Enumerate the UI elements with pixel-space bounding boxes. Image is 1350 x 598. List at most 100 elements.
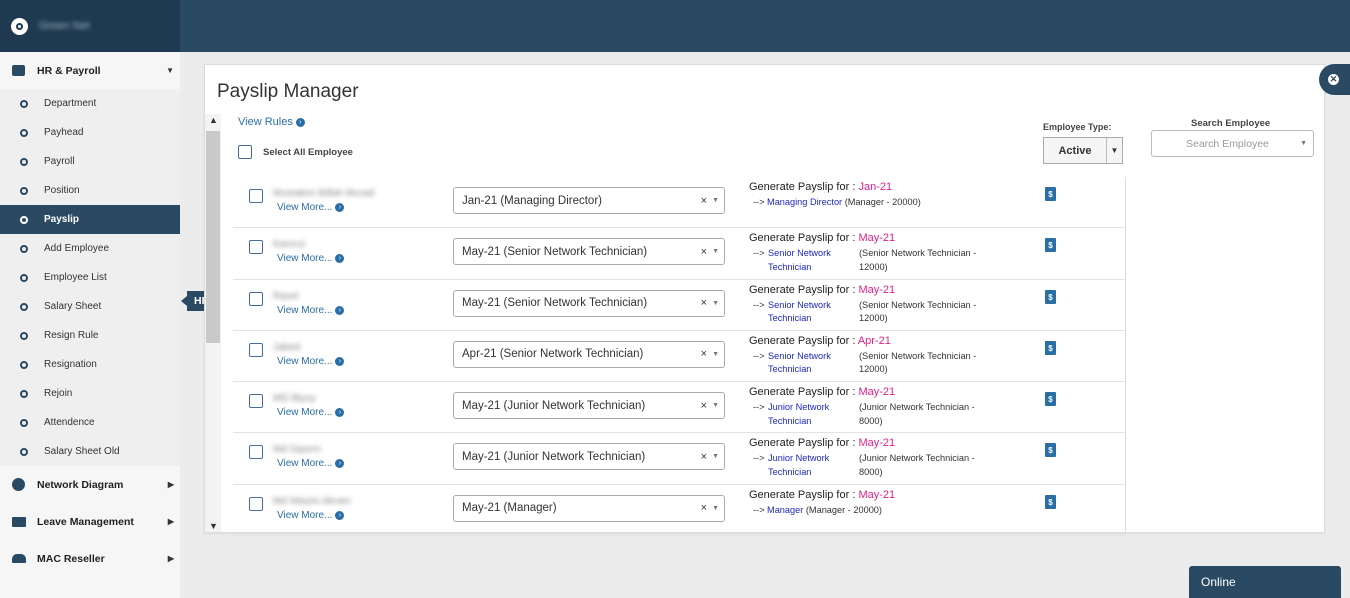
generate-payslip-text: Generate Payslip for : May-21 [749, 489, 895, 501]
arrow-text: --> [753, 350, 765, 361]
clear-icon[interactable]: × [701, 297, 707, 309]
row-checkbox[interactable] [249, 189, 263, 203]
view-more-link[interactable]: View More... › [277, 510, 345, 521]
clear-icon[interactable]: × [701, 195, 707, 207]
sidebar-item-resignation[interactable]: Resignation [0, 350, 180, 379]
clear-icon[interactable]: × [701, 502, 707, 514]
sidebar-section-network-diagram[interactable]: Network Diagram ▶ [0, 466, 180, 503]
chevron-down-icon[interactable]: ▼ [712, 453, 719, 460]
sidebar-item-salary-sheet-old[interactable]: Salary Sheet Old [0, 437, 180, 466]
eye-icon [20, 302, 28, 311]
scroll-thumb[interactable] [206, 131, 220, 343]
clear-icon[interactable]: × [701, 348, 707, 360]
payslip-document-icon[interactable]: $ [1045, 443, 1056, 458]
arrow-text: --> [753, 248, 765, 259]
clear-icon[interactable]: × [701, 400, 707, 412]
sidebar-item-employee-list[interactable]: Employee List [0, 263, 180, 292]
sidebar-item-department[interactable]: Department [0, 89, 180, 118]
row-checkbox[interactable] [249, 445, 263, 460]
view-more-link[interactable]: View More... › [277, 305, 345, 316]
payslip-month-select[interactable]: May-21 (Manager) × ▼ [453, 494, 725, 522]
search-employee-select[interactable]: Search Employee ▼ [1151, 130, 1314, 157]
view-more-label: View More... [277, 202, 333, 213]
chevron-down-icon: ▼ [1300, 140, 1307, 147]
employee-name: MD Biyoy [273, 393, 316, 405]
brand-area[interactable]: Green Net [0, 0, 180, 52]
employee-type-select[interactable]: Active ▼ [1043, 137, 1123, 164]
clear-icon[interactable]: × [701, 246, 707, 258]
arrow-text: --> [753, 197, 765, 207]
row-checkbox[interactable] [249, 240, 263, 255]
payslip-month-select[interactable]: May-21 (Senior Network Technician) × ▼ [453, 289, 725, 317]
payslip-month-select[interactable]: May-21 (Junior Network Technician) × ▼ [453, 392, 725, 420]
payslip-month-select[interactable]: Apr-21 (Senior Network Technician) × ▼ [453, 340, 725, 368]
select-all-checkbox[interactable] [238, 145, 252, 159]
chevron-down-icon[interactable]: ▼ [712, 248, 719, 255]
payslip-month-select[interactable]: May-21 (Senior Network Technician) × ▼ [453, 238, 725, 266]
sidebar-item-position[interactable]: Position [0, 176, 180, 205]
scroll-up-icon[interactable]: ▲ [209, 115, 218, 125]
payslip-document-icon[interactable]: $ [1045, 392, 1056, 407]
position-link[interactable]: Junior Network Technician [768, 452, 848, 479]
position-link[interactable]: Senior Network Technician [768, 350, 848, 377]
scroll-down-icon[interactable]: ▼ [209, 521, 218, 531]
table-row: Mostakim Billah Murad View More... › Jan-21… [233, 177, 1125, 229]
position-link[interactable]: Senior Network Technician [768, 299, 848, 326]
generate-label: Generate Payslip for : [749, 386, 856, 399]
sidebar-item-attendence[interactable]: Attendence [0, 408, 180, 437]
sidebar-item-payhead[interactable]: Payhead [0, 118, 180, 147]
sidebar-section-hr-payroll[interactable]: HR & Payroll ▼ [0, 52, 180, 89]
sidebar-item-salary-sheet[interactable]: Salary Sheet [0, 292, 180, 321]
sidebar-item-label: Rejoin [44, 388, 73, 399]
view-more-link[interactable]: View More... › [277, 458, 345, 469]
chevron-down-icon[interactable]: ▼ [712, 197, 719, 204]
close-icon: ✕ [1328, 74, 1339, 85]
generate-payslip-text: Generate Payslip for : May-21 [749, 437, 895, 449]
row-checkbox[interactable] [249, 291, 263, 306]
sidebar-item-label: Payslip [44, 214, 80, 225]
sidebar-item-payslip[interactable]: Payslip [0, 205, 180, 234]
position-link[interactable]: Junior Network Technician [768, 401, 848, 428]
back-circle-icon[interactable] [11, 17, 28, 35]
row-checkbox[interactable] [249, 496, 263, 511]
payslip-document-icon[interactable]: $ [1045, 340, 1056, 355]
generate-payslip-text: Generate Payslip for : May-21 [749, 232, 895, 244]
position-link[interactable]: Manager [767, 505, 803, 515]
select-all-employee[interactable]: Select All Employee [238, 145, 353, 159]
sidebar-item-payroll[interactable]: Payroll [0, 147, 180, 176]
payslip-month-select[interactable]: May-21 (Junior Network Technician) × ▼ [453, 443, 725, 471]
position-link[interactable]: Senior Network Technician [768, 247, 848, 274]
payslip-document-icon[interactable]: $ [1045, 187, 1056, 201]
sidebar-section-leave-management[interactable]: Leave Management ▶ [0, 503, 180, 540]
vertical-scrollbar[interactable]: ▲ ▼ [205, 114, 221, 532]
payslip-month-value: May-21 (Manager) [462, 502, 557, 515]
position-link[interactable]: Managing Director [767, 197, 842, 207]
chevron-down-icon[interactable]: ▼ [712, 402, 719, 409]
position-salary: (Senior Network Technician - 12000) [859, 350, 977, 375]
chevron-down-icon[interactable]: ▼ [712, 505, 719, 512]
close-panel-button[interactable]: ✕ [1319, 64, 1350, 95]
view-more-link[interactable]: View More... › [277, 407, 345, 418]
view-more-link[interactable]: View More... › [277, 202, 345, 213]
view-more-label: View More... [277, 253, 333, 265]
view-rules-link[interactable]: View Rules › [238, 116, 305, 128]
chevron-down-icon[interactable]: ▼ [712, 300, 719, 307]
row-checkbox[interactable] [249, 394, 263, 409]
payslip-document-icon[interactable]: $ [1045, 494, 1056, 509]
sidebar-section-mac-reseller[interactable]: MAC Reseller ▶ [0, 540, 180, 577]
row-checkbox[interactable] [249, 342, 263, 357]
sidebar-item-label: Attendence [44, 417, 95, 428]
payslip-document-icon[interactable]: $ [1045, 238, 1056, 253]
payslip-document-icon[interactable]: $ [1045, 289, 1056, 304]
sidebar-item-resign-rule[interactable]: Resign Rule [0, 321, 180, 350]
clear-icon[interactable]: × [701, 451, 707, 463]
view-more-label: View More... [277, 355, 333, 367]
chevron-down-icon[interactable]: ▼ [712, 351, 719, 358]
view-more-link[interactable]: View More... › [277, 253, 345, 265]
payslip-month-select[interactable]: Jan-21 (Managing Director) × ▼ [453, 187, 725, 214]
online-status-bar[interactable]: Online [1189, 566, 1341, 598]
view-more-link[interactable]: View More... › [277, 355, 345, 367]
sidebar-item-add-employee[interactable]: Add Employee [0, 234, 180, 263]
payslip-month-value: Jan-21 (Managing Director) [462, 194, 602, 207]
sidebar-item-rejoin[interactable]: Rejoin [0, 379, 180, 408]
